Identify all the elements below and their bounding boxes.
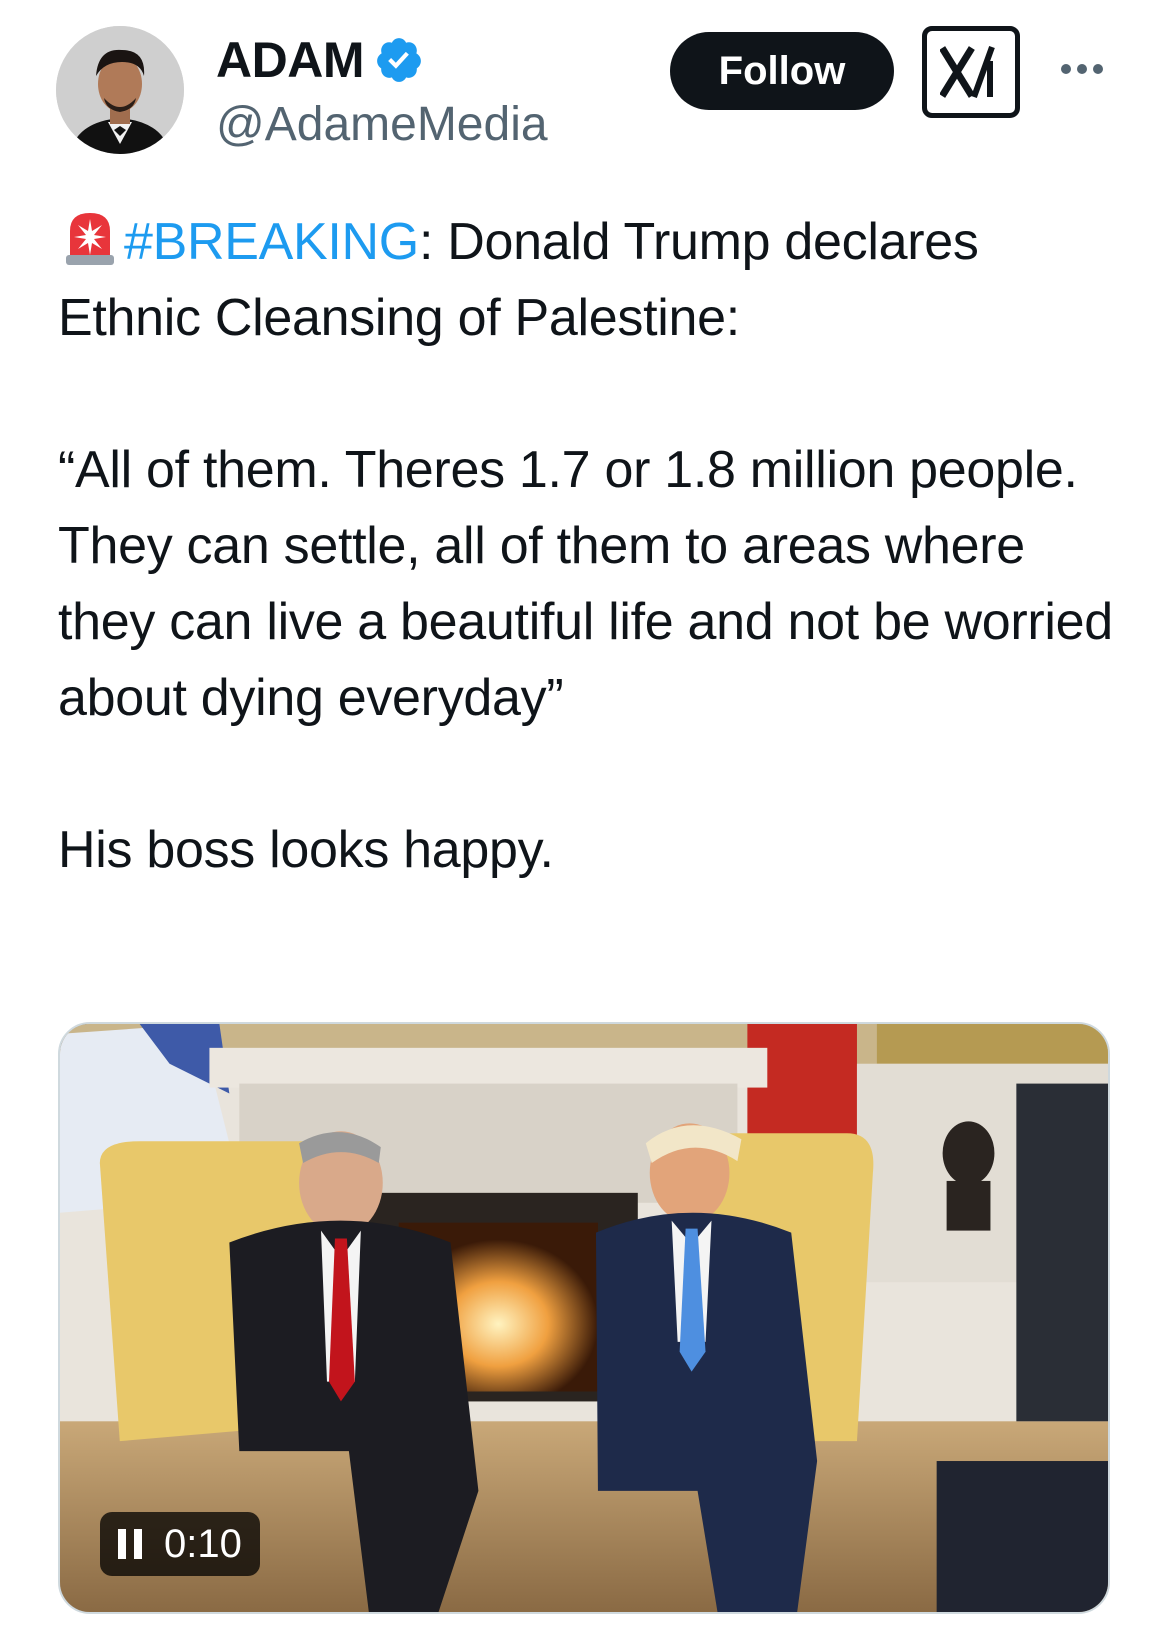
grok-icon bbox=[940, 45, 995, 99]
pause-icon[interactable] bbox=[118, 1529, 142, 1559]
follow-button[interactable]: Follow bbox=[670, 32, 894, 110]
headline-line: #BREAKING: Donald Trump declares Ethnic … bbox=[58, 204, 1118, 356]
more-options-button[interactable] bbox=[1052, 44, 1112, 94]
grok-button[interactable] bbox=[922, 26, 1020, 118]
author-avatar[interactable] bbox=[56, 26, 184, 154]
video-controls[interactable]: 0:10 bbox=[100, 1512, 260, 1576]
rotating-light-icon bbox=[66, 213, 114, 265]
more-dot-icon bbox=[1061, 64, 1071, 74]
hashtag-link[interactable]: #BREAKING bbox=[124, 213, 419, 271]
tweet-text: #BREAKING: Donald Trump declares Ethnic … bbox=[58, 204, 1118, 888]
video-player[interactable]: 0:10 bbox=[58, 1022, 1110, 1614]
tweet-card: ADAM @AdameMedia Follow #BREAKING: Donal… bbox=[0, 0, 1170, 1633]
comment-text: His boss looks happy. bbox=[58, 821, 554, 879]
more-dot-icon bbox=[1093, 64, 1103, 74]
verified-badge-icon bbox=[377, 38, 421, 82]
author-handle[interactable]: @AdameMedia bbox=[216, 96, 548, 154]
quote-text: “All of them. Theres 1.7 or 1.8 million … bbox=[58, 441, 1113, 727]
more-dot-icon bbox=[1077, 64, 1087, 74]
author-display-name[interactable]: ADAM bbox=[216, 30, 364, 90]
author-name-row[interactable]: ADAM bbox=[216, 30, 424, 90]
video-time: 0:10 bbox=[164, 1522, 242, 1566]
avatar-image bbox=[56, 26, 184, 154]
